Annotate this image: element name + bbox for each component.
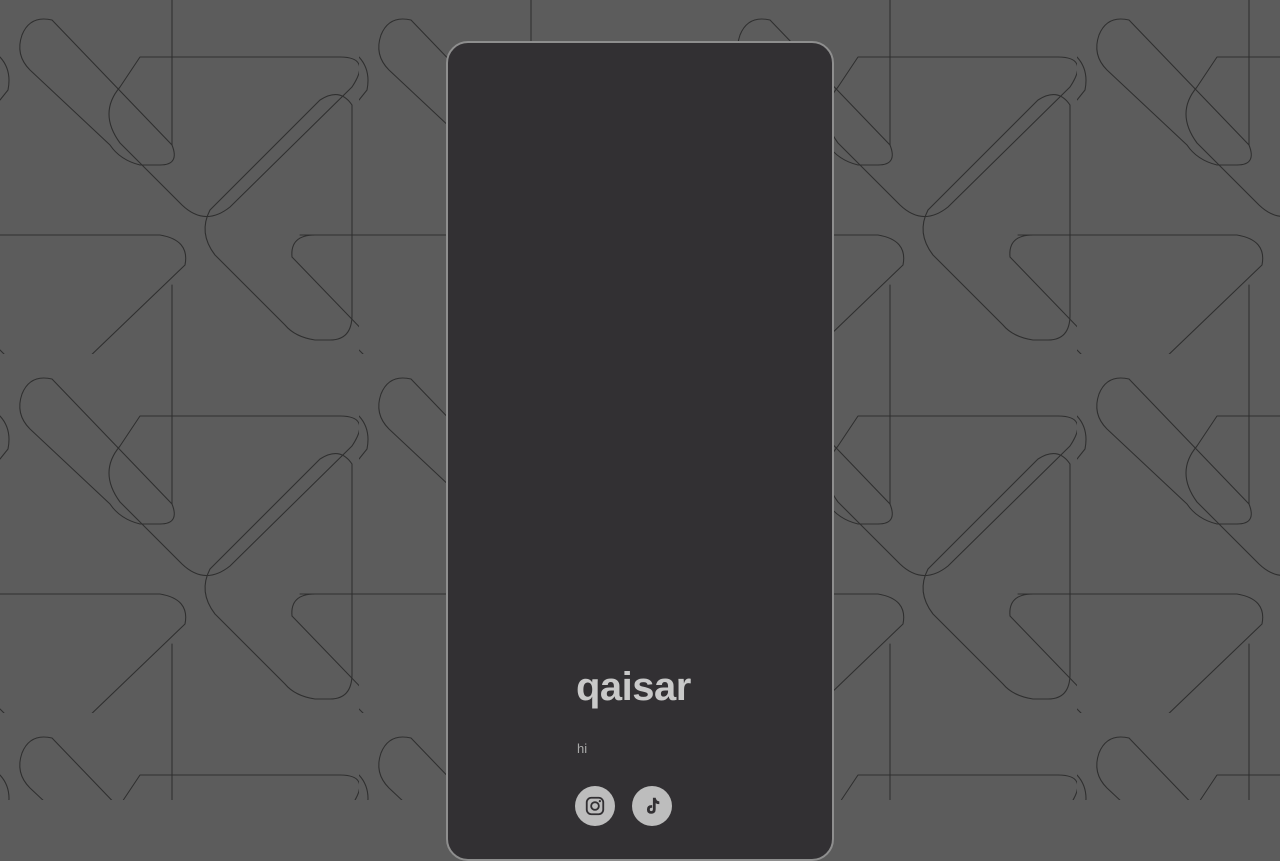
- instagram-link[interactable]: [575, 786, 615, 826]
- instagram-icon: [584, 795, 606, 817]
- profile-card: qaisar hi: [446, 41, 834, 861]
- tiktok-icon: [641, 795, 663, 817]
- social-links: [575, 786, 672, 826]
- profile-name: qaisar: [576, 665, 691, 709]
- profile-bio: hi: [577, 741, 588, 756]
- tiktok-link[interactable]: [632, 786, 672, 826]
